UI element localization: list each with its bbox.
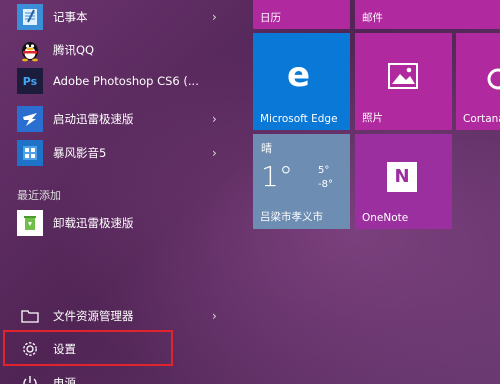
app-item-photoshop[interactable]: Ps Adobe Photoshop CS6 (... xyxy=(0,66,232,96)
cortana-icon xyxy=(486,67,500,95)
app-item-label: 暴风影音5 xyxy=(53,146,107,160)
app-item-label: 卸载迅雷极速版 xyxy=(53,216,134,230)
app-item-baofeng[interactable]: 暴风影音5 › xyxy=(0,138,232,168)
thunder-icon xyxy=(17,106,43,132)
tile-cortana[interactable]: Cortana xyxy=(456,33,500,130)
power-icon xyxy=(17,370,43,384)
edge-icon: e xyxy=(287,55,311,95)
app-item-label: 腾讯QQ xyxy=(53,43,95,57)
tile-label: Cortana xyxy=(463,113,500,125)
notepad-icon xyxy=(17,4,43,30)
tile-photos[interactable]: 照片 xyxy=(355,33,452,130)
app-item-label: 电源 xyxy=(53,376,76,384)
app-item-uninstall-thunder[interactable]: 卸载迅雷极速版 xyxy=(0,208,232,238)
app-item-qq[interactable]: 腾讯QQ xyxy=(0,35,232,65)
settings-highlight-box xyxy=(3,330,173,366)
onenote-icon: N xyxy=(387,162,417,192)
tile-weather[interactable]: 晴 1° 5° -8° 吕梁市孝义市 xyxy=(253,134,350,229)
qq-penguin-icon xyxy=(17,37,43,63)
app-item-label: 启动迅雷极速版 xyxy=(53,112,134,126)
weather-temperature: 1° xyxy=(261,160,293,193)
weather-condition: 晴 xyxy=(261,142,272,155)
tile-label: 邮件 xyxy=(362,12,383,24)
app-item-notepad[interactable]: 记事本 › xyxy=(0,2,232,32)
recent-section-header: 最近添加 xyxy=(17,189,61,202)
weather-location: 吕梁市孝义市 xyxy=(260,211,323,223)
tile-microsoft-edge[interactable]: e Microsoft Edge xyxy=(253,33,350,130)
chevron-right-icon[interactable]: › xyxy=(212,112,217,126)
app-item-file-explorer[interactable]: 文件资源管理器 › xyxy=(0,301,232,331)
app-item-label: 文件资源管理器 xyxy=(53,309,134,323)
chevron-right-icon[interactable]: › xyxy=(212,309,217,323)
photos-icon xyxy=(388,63,418,93)
chevron-right-icon[interactable]: › xyxy=(212,10,217,24)
recycle-bin-icon xyxy=(17,210,43,236)
tile-label: 日历 xyxy=(260,12,281,24)
app-item-label: 记事本 xyxy=(53,10,88,24)
tile-label: OneNote xyxy=(362,212,409,224)
tile-calendar[interactable]: 日历 xyxy=(253,0,350,29)
app-item-power[interactable]: 电源 xyxy=(0,368,232,384)
photoshop-icon-text: Ps xyxy=(22,74,38,88)
tile-label: Microsoft Edge xyxy=(260,113,338,125)
tile-mail[interactable]: 邮件 xyxy=(355,0,500,29)
app-item-label: Adobe Photoshop CS6 (... xyxy=(53,74,199,88)
photoshop-icon: Ps xyxy=(17,68,43,94)
baofeng-icon xyxy=(17,140,43,166)
weather-low: -8° xyxy=(318,179,333,190)
weather-high: 5° xyxy=(318,165,330,176)
tile-onenote[interactable]: N OneNote xyxy=(355,134,452,229)
app-list: 记事本 › 腾讯QQ Ps Adobe Photoshop CS6 (... 启… xyxy=(0,0,240,384)
folder-icon xyxy=(17,303,43,329)
chevron-right-icon[interactable]: › xyxy=(212,146,217,160)
app-item-thunder[interactable]: 启动迅雷极速版 › xyxy=(0,104,232,134)
tile-label: 照片 xyxy=(362,112,383,124)
